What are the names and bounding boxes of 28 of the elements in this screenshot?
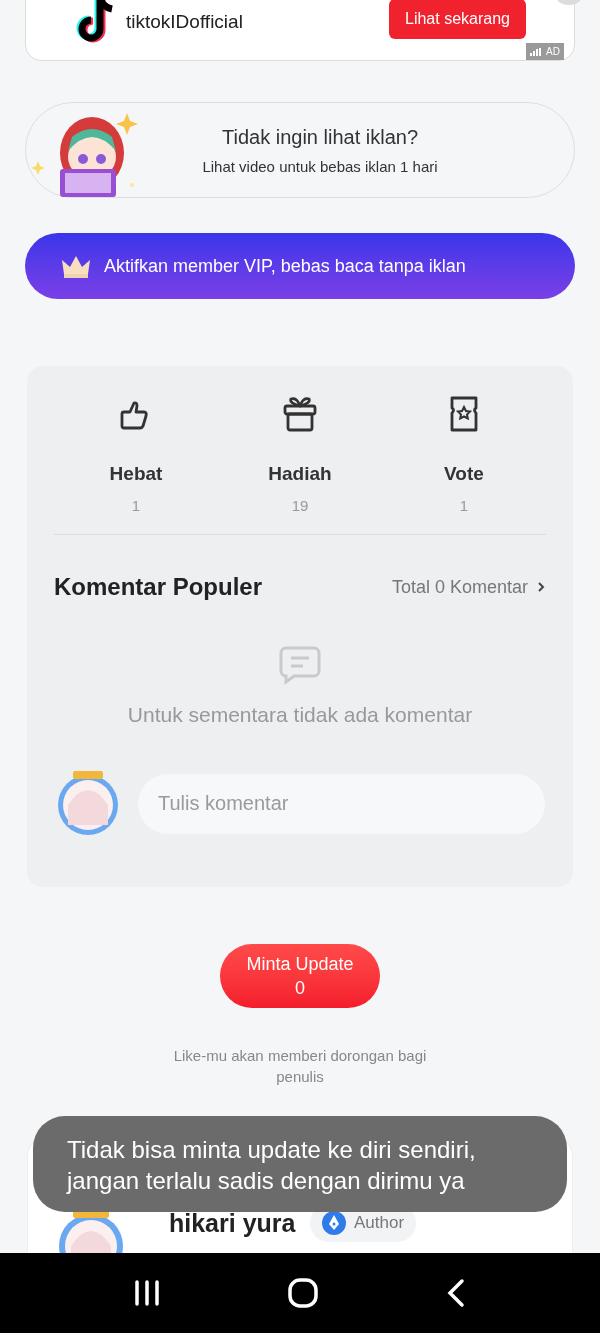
chevron-right-icon: [536, 580, 546, 594]
vip-button[interactable]: Aktifkan member VIP, bebas baca tanpa iklan: [25, 233, 575, 299]
back-icon[interactable]: [445, 1278, 467, 1308]
empty-comments-text: Untuk sementara tidak ada komentar: [127, 702, 473, 728]
reaction-label: Hebat: [109, 462, 163, 486]
total-comments-link[interactable]: Total 0 Komentar: [391, 573, 546, 601]
section-title: Komentar Populer: [54, 572, 263, 602]
signal-icon: [530, 47, 543, 56]
encouragement-text: Like-mu akan memberi dorongan bagi penulis: [172, 1046, 428, 1087]
reaction-count: 19: [291, 495, 309, 516]
reaction-count: 1: [459, 495, 469, 516]
crown-icon: [60, 254, 92, 278]
ad-free-subtitle: Lihat video untuk bebas iklan 1 hari: [202, 156, 438, 177]
pen-nib-icon: [322, 1211, 346, 1235]
comment-input-field[interactable]: Tulis komentar: [138, 773, 545, 834]
comment-bubble-icon: [278, 645, 322, 685]
toast-message: Tidak bisa minta update ke diri sendiri, jangan terlalu sadis dengan dirimu ya: [33, 1116, 567, 1212]
view-now-button[interactable]: Lihat sekarang: [389, 0, 526, 39]
ad-free-title: Tidak ingin lihat iklan?: [221, 124, 418, 150]
recent-apps-icon[interactable]: [133, 1279, 161, 1307]
advertiser-name: tiktokIDofficial: [126, 10, 243, 34]
reaction-label: Vote: [444, 462, 484, 486]
reaction-label: Hadiah: [268, 462, 332, 486]
reaction-count: 1: [131, 495, 141, 516]
ad-free-banner[interactable]: Tidak ingin lihat iklan? Lihat video untuk bebas iklan 1 hari: [25, 102, 575, 198]
home-icon[interactable]: [287, 1277, 319, 1309]
ad-tag: AD: [526, 43, 564, 60]
request-update-button[interactable]: Minta Update 0: [220, 944, 380, 1008]
